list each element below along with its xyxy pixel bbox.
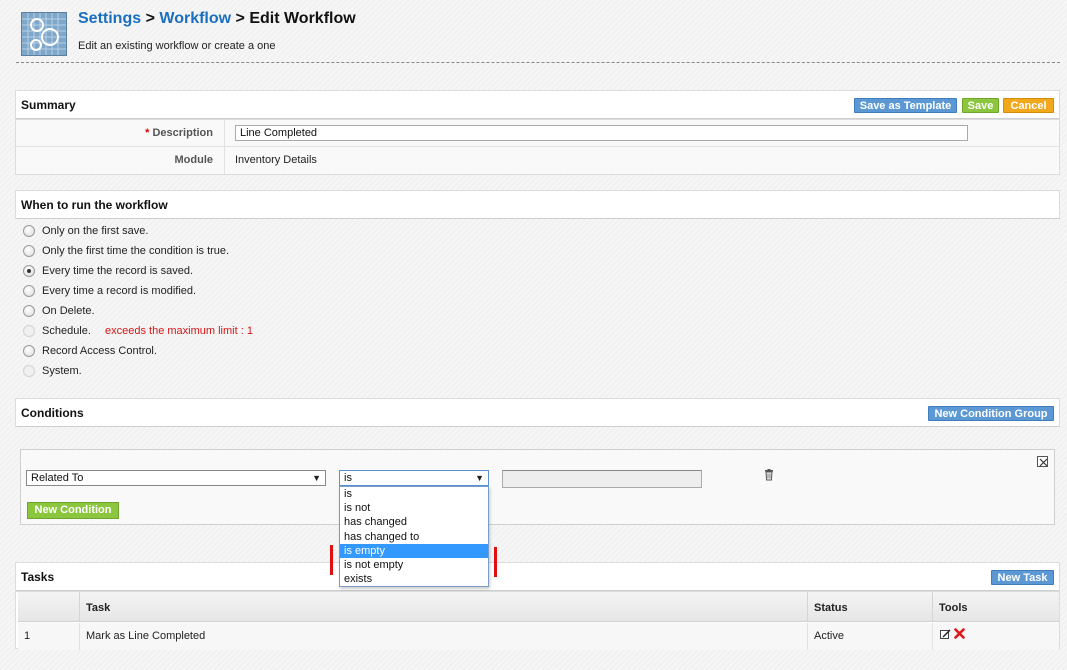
description-input[interactable] [235,125,968,141]
radio-button[interactable] [23,225,35,237]
breadcrumb-workflow-link[interactable]: Workflow [159,10,231,27]
summary-header: Summary Save as Template Save Cancel [15,90,1060,119]
description-row: * Description [16,120,1059,147]
description-label: * Description [145,127,213,139]
trigger-option-label: Only the first time the condition is tru… [42,245,230,257]
condition-group: Related To ▼ is ▼ New Condition [20,449,1055,525]
radio-button-disabled [23,365,35,377]
new-task-button[interactable]: New Task [991,570,1054,585]
condition-operator-value: is [344,472,352,484]
page-subtitle: Edit an existing workflow or create a on… [78,40,276,52]
trigger-option-label: On Delete. [42,305,95,317]
operator-option[interactable]: has changed [340,515,488,529]
module-value: Inventory Details [235,154,317,166]
radio-button-selected[interactable] [23,265,35,277]
operator-dropdown-list: is is not has changed has changed to is … [339,486,489,587]
column-header-label: Status [814,602,848,614]
task-name: Mark as Line Completed [86,630,206,642]
trigger-option-label: System. [42,365,82,377]
trigger-option-label: Only on the first save. [42,225,149,237]
module-row: Module Inventory Details [16,147,1059,174]
cancel-button[interactable]: Cancel [1003,98,1054,113]
description-label-text: Description [152,127,213,139]
operator-option-highlighted[interactable]: is empty [340,544,488,558]
highlight-marker-left [330,545,333,575]
header-divider [16,62,1060,63]
operator-option[interactable]: exists [340,572,488,586]
radio-button[interactable] [23,245,35,257]
dropdown-arrow-icon: ▼ [475,473,484,483]
table-cell-status: Active [808,623,933,650]
radio-button[interactable] [23,285,35,297]
column-divider [224,147,225,174]
required-marker: * [145,127,150,139]
trigger-option-label: Every time the record is saved. [42,265,194,277]
radio-button-disabled [23,325,35,337]
delete-icon[interactable] [954,628,965,639]
conditions-header: Conditions New Condition Group [15,398,1060,427]
new-condition-group-button[interactable]: New Condition Group [928,406,1054,421]
tasks-header: Tasks New Task [15,562,1060,591]
dropdown-arrow-icon: ▼ [312,473,321,483]
column-header-status: Status [808,592,933,622]
radio-button[interactable] [23,305,35,317]
column-header-label: Task [86,602,111,614]
table-cell-number: 1 [18,623,80,650]
trigger-option-label: Record Access Control. [42,345,157,357]
column-header-number [18,592,80,622]
close-icon[interactable] [1037,456,1048,467]
save-button[interactable]: Save [962,98,999,113]
condition-value-input[interactable] [502,470,702,488]
condition-operator-select[interactable]: is ▼ [339,470,489,486]
workflow-settings-icon [21,12,67,56]
conditions-title: Conditions [21,406,84,420]
operator-option[interactable]: is not empty [340,558,488,572]
highlight-marker-right [494,547,497,577]
tasks-title: Tasks [21,570,55,584]
breadcrumb-separator: > [235,10,245,27]
task-status: Active [814,630,844,642]
column-header-tools: Tools [933,592,1059,622]
summary-table: * Description Module Inventory Details [15,119,1060,175]
edit-icon[interactable] [940,628,951,639]
trigger-option-label: Every time a record is modified. [42,285,197,297]
trigger-option-label: Schedule. [42,325,91,337]
table-cell-task: Mark as Line Completed [80,623,808,650]
radio-button[interactable] [23,345,35,357]
operator-option[interactable]: is [340,487,488,501]
operator-option[interactable]: has changed to [340,530,488,544]
tasks-table: Task Status Tools 1 Mark as Line Complet… [15,591,1060,650]
column-divider [224,120,225,146]
column-header-task: Task [80,592,808,622]
breadcrumb-settings-link[interactable]: Settings [78,10,141,27]
condition-field-select[interactable]: Related To ▼ [26,470,326,486]
new-condition-button[interactable]: New Condition [27,502,119,519]
column-header-label: Tools [939,602,968,614]
when-to-run-title: When to run the workflow [21,198,168,212]
schedule-limit-warning: exceeds the maximum limit : 1 [105,325,253,337]
condition-field-value: Related To [31,472,84,484]
operator-option[interactable]: is not [340,501,488,515]
module-label: Module [174,154,214,166]
save-as-template-button[interactable]: Save as Template [854,98,957,113]
table-cell-tools [933,623,1059,650]
breadcrumb: Settings > Workflow > Edit Workflow [78,10,356,28]
trash-icon[interactable] [763,469,775,481]
summary-title: Summary [21,98,76,112]
page-title: Edit Workflow [249,10,356,27]
when-to-run-header: When to run the workflow [15,190,1060,219]
breadcrumb-separator: > [145,10,155,27]
